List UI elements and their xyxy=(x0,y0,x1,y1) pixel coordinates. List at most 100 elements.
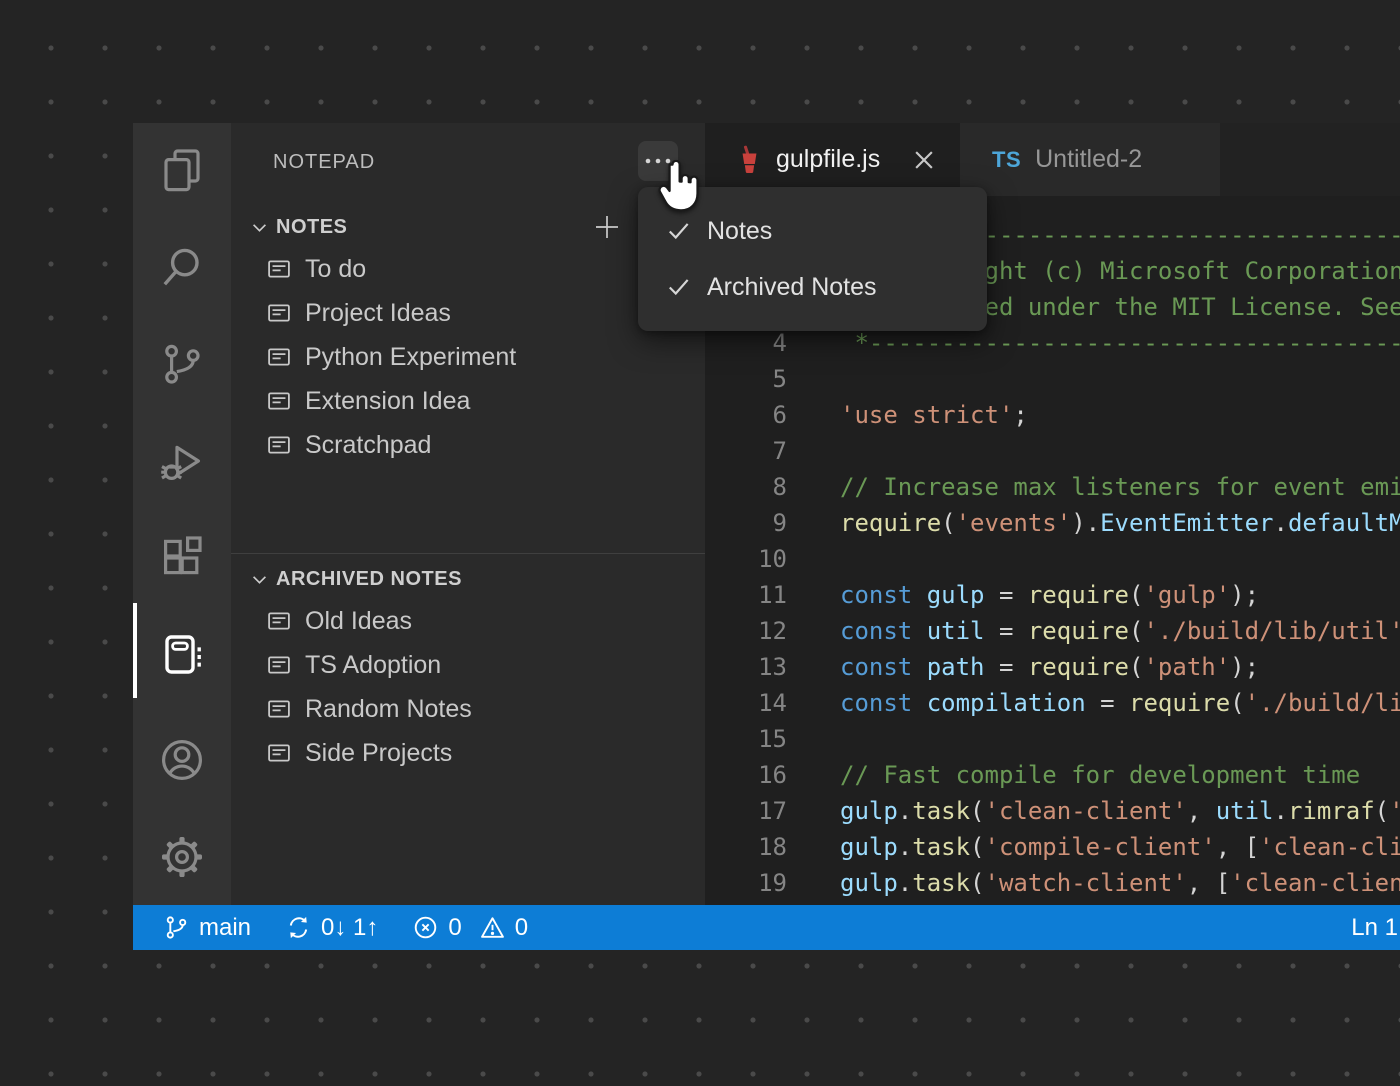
extensions-icon xyxy=(158,534,206,582)
note-item-label: Random Notes xyxy=(305,695,472,724)
activity-item-settings[interactable] xyxy=(158,833,206,881)
code-text: gulp.task('watch-client', ['clean-client xyxy=(787,865,1400,901)
note-item-label: TS Adoption xyxy=(305,651,441,680)
tab-label: Untitled-2 xyxy=(1035,145,1142,174)
branch-status[interactable]: main xyxy=(163,914,251,942)
search-icon xyxy=(158,243,206,291)
sync-counts: 0↓ 1↑ xyxy=(321,914,378,942)
line-number: 11 xyxy=(705,577,787,613)
git-branch-icon xyxy=(163,914,190,941)
section-header-archived-notes[interactable]: ARCHIVED NOTES xyxy=(231,559,705,599)
code-text xyxy=(787,433,840,469)
code-line: 7 xyxy=(705,433,1400,469)
note-item[interactable]: To do xyxy=(231,247,705,291)
note-icon xyxy=(267,301,291,325)
note-icon xyxy=(267,741,291,765)
code-line: 6'use strict'; xyxy=(705,397,1400,433)
note-item[interactable]: Side Projects xyxy=(231,731,705,775)
note-item[interactable]: Project Ideas xyxy=(231,291,705,335)
line-number: 12 xyxy=(705,613,787,649)
note-icon xyxy=(267,433,291,457)
ts-icon: TS xyxy=(992,147,1021,173)
code-line: 12const util = require('./build/lib/util… xyxy=(705,613,1400,649)
code-line: 11const gulp = require('gulp'); xyxy=(705,577,1400,613)
code-line: 9require('events').EventEmitter.defaultM… xyxy=(705,505,1400,541)
gear-icon xyxy=(158,833,206,881)
branch-name: main xyxy=(199,914,251,942)
code-line: 15 xyxy=(705,721,1400,757)
code-text: // Fast compile for development time xyxy=(787,757,1360,793)
code-line: 19gulp.task('watch-client', ['clean-clie… xyxy=(705,865,1400,901)
code-text: // Increase max listeners for event emit… xyxy=(787,469,1400,505)
line-number: 5 xyxy=(705,361,787,397)
check-icon xyxy=(666,218,692,244)
section-notes: NOTES To do Project Ideas Python Experimen… xyxy=(231,207,705,467)
line-number: 14 xyxy=(705,685,787,721)
sidebar-separator xyxy=(231,553,705,554)
code-line: 10 xyxy=(705,541,1400,577)
notepad-icon xyxy=(158,631,206,679)
note-icon xyxy=(267,609,291,633)
note-icon xyxy=(267,389,291,413)
note-icon xyxy=(267,653,291,677)
line-number: 10 xyxy=(705,541,787,577)
note-item-label: To do xyxy=(305,255,366,284)
code-line: 14const compilation = require('./build/l… xyxy=(705,685,1400,721)
note-item[interactable]: Extension Idea xyxy=(231,379,705,423)
run-debug-icon xyxy=(158,437,206,485)
section-label: NOTES xyxy=(276,216,347,239)
code-text: gulp.task('compile-client', ['clean-clie xyxy=(787,829,1400,865)
code-text xyxy=(787,541,840,577)
code-text: const util = require('./build/lib/util' xyxy=(787,613,1400,649)
activity-item-search[interactable] xyxy=(158,243,206,291)
check-icon xyxy=(666,274,692,300)
code-line: 5 xyxy=(705,361,1400,397)
code-text: const path = require('path'); xyxy=(787,649,1259,685)
line-number: 16 xyxy=(705,757,787,793)
line-number: 6 xyxy=(705,397,787,433)
sync-status[interactable]: 0↓ 1↑ xyxy=(285,914,378,942)
line-number: 18 xyxy=(705,829,787,865)
code-text: gulp.task('clean-client', util.rimraf('o… xyxy=(787,793,1400,829)
code-text: require('events').EventEmitter.defaultMa… xyxy=(787,505,1400,541)
note-icon xyxy=(267,257,291,281)
tab-untitled-2[interactable]: TS Untitled-2 xyxy=(960,123,1220,196)
menu-item-archived-notes[interactable]: Archived Notes xyxy=(638,259,987,315)
files-icon xyxy=(158,146,206,194)
code-line: 17gulp.task('clean-client', util.rimraf(… xyxy=(705,793,1400,829)
note-item[interactable]: TS Adoption xyxy=(231,643,705,687)
code-line: 8// Increase max listeners for event emi… xyxy=(705,469,1400,505)
note-item-label: Extension Idea xyxy=(305,387,470,416)
section-header-notes[interactable]: NOTES xyxy=(231,207,705,247)
add-note-button[interactable] xyxy=(585,207,629,247)
line-number: 8 xyxy=(705,469,787,505)
activity-item-source-control[interactable] xyxy=(158,340,206,388)
tab-gulpfile-js[interactable]: gulpfile.js xyxy=(705,123,960,196)
activity-item-extensions[interactable] xyxy=(158,534,206,582)
code-line: 13const path = require('path'); xyxy=(705,649,1400,685)
section-label: ARCHIVED NOTES xyxy=(276,568,462,591)
cursor-position-status[interactable]: Ln 1 xyxy=(1351,914,1400,942)
section-archived-notes: ARCHIVED NOTES Old Ideas TS Adoption Rando… xyxy=(231,559,705,775)
code-text: const gulp = require('gulp'); xyxy=(787,577,1259,613)
note-item[interactable]: Scratchpad xyxy=(231,423,705,467)
gulp-icon xyxy=(737,145,762,175)
activity-item-notepad[interactable] xyxy=(158,631,206,679)
line-number: 19 xyxy=(705,865,787,901)
note-item-label: Python Experiment xyxy=(305,343,516,372)
menu-item-label: Notes xyxy=(707,217,772,246)
note-item[interactable]: Python Experiment xyxy=(231,335,705,379)
problems-status[interactable]: 0 0 xyxy=(412,914,528,942)
close-icon xyxy=(914,150,934,170)
note-item-label: Scratchpad xyxy=(305,431,431,460)
tab-close-button[interactable] xyxy=(912,148,936,172)
warning-count: 0 xyxy=(515,914,528,942)
sync-icon xyxy=(285,914,312,941)
note-item-label: Old Ideas xyxy=(305,607,412,636)
note-item[interactable]: Random Notes xyxy=(231,687,705,731)
sidebar-notepad: NOTEPAD NOTES To doProject IdeasPython E… xyxy=(231,123,705,905)
activity-item-run-debug[interactable] xyxy=(158,437,206,485)
activity-item-explorer[interactable] xyxy=(158,146,206,194)
note-item[interactable]: Old Ideas xyxy=(231,599,705,643)
activity-item-accounts[interactable] xyxy=(158,736,206,784)
